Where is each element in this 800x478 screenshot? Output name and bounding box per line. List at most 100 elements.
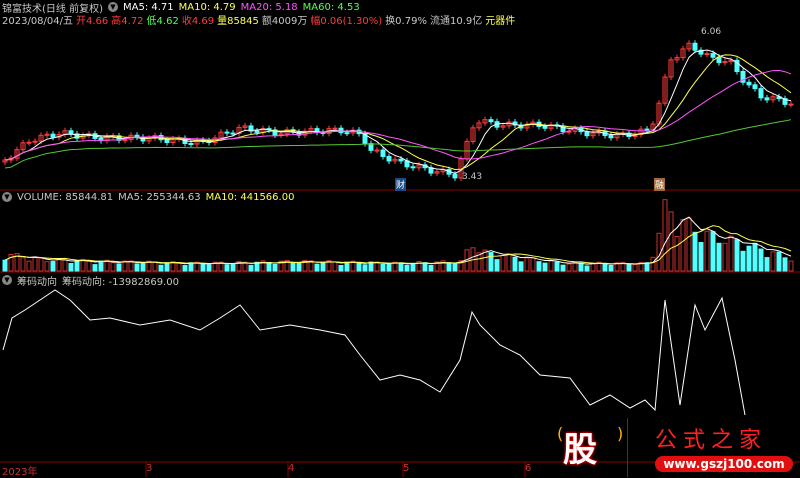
volume-bar: [224, 264, 230, 272]
high-label: 高: [111, 15, 122, 27]
chevron-down-icon[interactable]: ▼: [2, 192, 12, 202]
volume-bar: [272, 263, 278, 272]
volume-bar: [356, 262, 362, 272]
volume-bar: [578, 262, 584, 272]
volume-bar: [758, 248, 764, 272]
volume-bar: [710, 231, 716, 272]
volume-bar: [290, 262, 296, 272]
candle: [374, 149, 380, 152]
candle: [398, 158, 404, 162]
volume-bar: [80, 258, 86, 272]
volume-bar: [674, 235, 680, 272]
volume-bar: [344, 261, 350, 272]
chart-canvas[interactable]: [0, 0, 800, 477]
candle: [26, 141, 32, 144]
horn-icon: ): [617, 424, 624, 443]
candle: [332, 127, 338, 130]
indicator-header: ▼ 筹码动向 筹码动向: -13982869.00: [2, 274, 179, 288]
volume-bar: [140, 262, 146, 272]
volume-bar: [782, 257, 788, 272]
max-price-label: 6.06: [701, 27, 722, 37]
indicator-value: 筹码动向: -13982869.00: [62, 276, 179, 288]
volume-bar: [374, 261, 380, 272]
candle: [608, 135, 614, 139]
volume-bar: [20, 257, 26, 272]
candle: [716, 56, 722, 64]
volume-bar: [86, 260, 92, 272]
watermark-logo: 股 ( ) 公式之家 www.gszj100.com: [555, 418, 800, 477]
high-value: 4.72: [121, 15, 144, 27]
volume-bar: [206, 264, 212, 272]
volume-bar: [248, 264, 254, 272]
candle: [188, 143, 194, 146]
indicator-line: [2, 289, 746, 416]
volume-bar: [422, 262, 428, 272]
candle: [488, 119, 494, 123]
close-value: 4.69: [191, 15, 215, 27]
volume-bar: [686, 217, 692, 272]
volume-bar: [770, 251, 776, 272]
axis-month-3: 3: [146, 463, 153, 474]
horn-icon: (: [557, 424, 564, 443]
volume-bar: [548, 260, 554, 272]
volume-bar: [32, 257, 38, 272]
volume-bar: [338, 264, 344, 272]
volume-bar: [716, 242, 722, 272]
volume-bar: [524, 257, 530, 272]
candle: [542, 125, 548, 129]
volume-bar: [44, 261, 50, 272]
volume-bar: [314, 263, 320, 272]
candle: [254, 130, 260, 133]
candle: [386, 155, 392, 162]
volume-bar: [134, 263, 140, 272]
float-cap: 流通10.9亿: [429, 15, 483, 27]
candle: [746, 81, 752, 86]
candle: [692, 42, 698, 51]
sector-link[interactable]: 元器件: [485, 12, 515, 27]
volume-bar: [26, 260, 32, 272]
volume-bar: [746, 245, 752, 272]
turnover: 换0.79%: [385, 15, 427, 27]
candle: [50, 133, 56, 138]
open-value: 4.66: [86, 15, 109, 27]
volume-bar: [62, 259, 68, 272]
candle: [410, 166, 416, 169]
axis-year: 2023年: [2, 467, 38, 478]
volume-bar: [368, 261, 374, 272]
low-value: 4.62: [156, 15, 179, 27]
chevron-down-icon[interactable]: ▼: [2, 275, 12, 285]
candle: [710, 53, 716, 58]
volume-bar: [98, 260, 104, 272]
volume-header: ▼ VOLUME: 85844.81 MA5: 255344.63 MA10: …: [2, 191, 294, 203]
volume-bar: [452, 263, 458, 272]
volume-bar: [128, 260, 134, 272]
volume-bar: [692, 231, 698, 272]
volume-bar: [362, 264, 368, 272]
volume-bar: [296, 262, 302, 272]
volume-bar: [506, 253, 512, 272]
indicator-name: 筹码动向: [17, 276, 57, 288]
volume-bar: [728, 235, 734, 272]
chevron-down-icon[interactable]: ▼: [107, 2, 118, 12]
candle: [764, 97, 770, 101]
volume-bar: [380, 263, 386, 272]
candle: [758, 88, 764, 99]
volume-ma5: MA5: 255344.63: [118, 191, 201, 203]
date: 2023/08/04/五: [2, 15, 74, 27]
volume-bar: [182, 265, 188, 272]
volume-label: VOLUME: 85844.81: [17, 191, 114, 203]
volume-bar: [494, 259, 500, 272]
volume-bar: [398, 262, 404, 272]
volume-bar: [116, 263, 122, 272]
volume-bar: [530, 257, 536, 272]
volume-bar: [188, 262, 194, 272]
volume-bar: [632, 264, 638, 272]
volume-bar: [740, 250, 746, 272]
volume-bar: [68, 263, 74, 272]
margin-tag[interactable]: 融: [654, 178, 666, 191]
volume-bar: [734, 239, 740, 272]
volume-bar: [152, 261, 158, 272]
finance-tag[interactable]: 财: [395, 178, 407, 191]
volume-bar: [626, 264, 632, 272]
candle: [704, 53, 710, 56]
